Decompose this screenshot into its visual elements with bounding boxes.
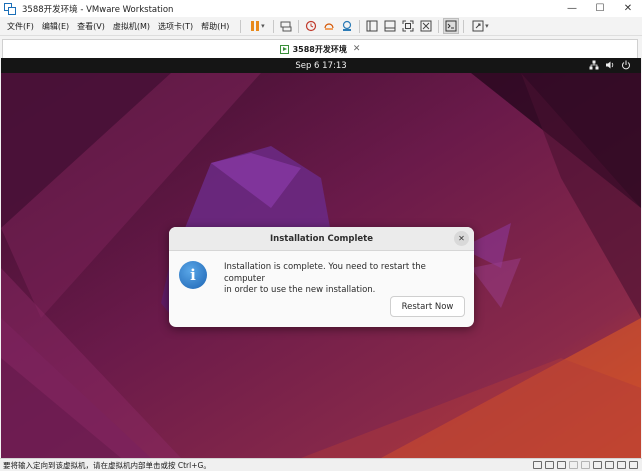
device-status-icons <box>533 461 638 469</box>
tab-close-icon[interactable]: ✕ <box>353 44 361 54</box>
toolbar-separator <box>438 19 440 33</box>
send-ctrl-alt-del-icon <box>280 21 292 32</box>
gnome-top-bar: Sep 6 17:13 <box>1 58 641 73</box>
snapshot-icon <box>306 20 317 32</box>
installation-complete-dialog: Installation Complete ✕ i Installation i… <box>169 227 474 327</box>
system-tray[interactable] <box>589 60 631 70</box>
window-titlebar: 3588开发环境 - VMware Workstation — ☐ ✕ <box>0 0 642 17</box>
network-icon <box>589 60 599 70</box>
stretch-guest-icon <box>472 20 484 32</box>
dialog-message-line-1: Installation is complete. You need to re… <box>224 262 426 284</box>
menu-file[interactable]: 文件(F) <box>3 21 38 32</box>
snapshot-button[interactable] <box>303 18 319 34</box>
volume-icon <box>606 61 614 69</box>
message-log-icon[interactable] <box>617 461 626 469</box>
printer-icon[interactable] <box>581 461 590 469</box>
display-icon[interactable] <box>605 461 614 469</box>
toolbar-separator <box>240 19 242 33</box>
full-screen-button[interactable] <box>400 18 416 34</box>
revert-snapshot-icon <box>324 23 335 30</box>
unity-button[interactable] <box>418 18 434 34</box>
toolbar-separator <box>298 19 300 33</box>
hard-disk-icon[interactable] <box>533 461 542 469</box>
tab-label: 3588开发环境 <box>292 44 347 54</box>
minimize-button[interactable]: — <box>558 0 586 17</box>
running-vm-icon <box>279 44 289 54</box>
full-screen-icon <box>402 20 414 32</box>
sound-icon[interactable] <box>593 461 602 469</box>
status-hint: 要将输入定向到该虚拟机，请在虚拟机内部单击或按 Ctrl+G。 <box>3 460 211 470</box>
menu-vm[interactable]: 虚拟机(M) <box>109 21 154 32</box>
toolbar-separator <box>273 19 275 33</box>
chevron-down-icon: ▾ <box>261 22 265 30</box>
dialog-title: Installation Complete <box>270 233 373 244</box>
snapshot-manager-button[interactable] <box>339 18 355 34</box>
pause-icon <box>251 21 260 31</box>
cd-dvd-icon[interactable] <box>545 461 554 469</box>
vm-tabstrip: 3588开发环境 ✕ <box>0 35 642 58</box>
library-icon <box>366 20 378 32</box>
clock[interactable]: Sep 6 17:13 <box>1 61 641 71</box>
vm-console[interactable]: Sep 6 17:13 Installation Complete ✕ i In… <box>1 58 641 458</box>
power-icon <box>622 60 630 70</box>
console-view-icon <box>445 20 457 32</box>
status-bar: 要将输入定向到该虚拟机，请在虚拟机内部单击或按 Ctrl+G。 <box>0 458 642 471</box>
dialog-close-icon[interactable]: ✕ <box>454 231 469 246</box>
menubar: 文件(F) 编辑(E) 查看(V) 虚拟机(M) 选项卡(T) 帮助(H) ▾ <box>0 17 642 35</box>
pause-button[interactable]: ▾ <box>245 18 269 34</box>
network-adapter-icon[interactable] <box>557 461 566 469</box>
unity-icon <box>420 20 432 32</box>
toolbar-separator <box>359 19 361 33</box>
chevron-down-icon: ▾ <box>485 22 489 30</box>
info-icon: i <box>179 261 207 289</box>
send-ctrl-alt-del-button[interactable] <box>278 18 294 34</box>
console-view-button[interactable] <box>443 18 460 34</box>
menu-view[interactable]: 查看(V) <box>73 21 109 32</box>
close-button[interactable]: ✕ <box>614 0 642 17</box>
dialog-header: Installation Complete ✕ <box>169 227 474 251</box>
restart-now-button[interactable]: Restart Now <box>390 296 465 317</box>
revert-snapshot-button[interactable] <box>321 18 337 34</box>
stretch-icon[interactable] <box>629 461 638 469</box>
toolbar: ▾ ▾ <box>237 18 493 34</box>
dialog-message: Installation is complete. You need to re… <box>224 262 469 297</box>
library-button[interactable] <box>364 18 380 34</box>
tab-vm[interactable]: 3588开发环境 ✕ <box>2 39 638 58</box>
snapshot-manager-icon <box>343 20 352 31</box>
menu-tabs[interactable]: 选项卡(T) <box>154 21 197 32</box>
maximize-button[interactable]: ☐ <box>586 0 614 17</box>
dialog-message-line-2: in order to use the new installation. <box>224 285 376 295</box>
thumbnail-bar-icon <box>384 20 396 32</box>
thumbnail-bar-button[interactable] <box>382 18 398 34</box>
stretch-guest-button[interactable]: ▾ <box>468 18 492 34</box>
vmware-logo-icon <box>4 2 16 15</box>
window-title: 3588开发环境 - VMware Workstation <box>22 4 174 15</box>
menu-edit[interactable]: 编辑(E) <box>38 21 73 32</box>
toolbar-separator <box>463 19 465 33</box>
usb-icon[interactable] <box>569 461 578 469</box>
window-controls: — ☐ ✕ <box>558 0 642 17</box>
menu-help[interactable]: 帮助(H) <box>197 21 233 32</box>
